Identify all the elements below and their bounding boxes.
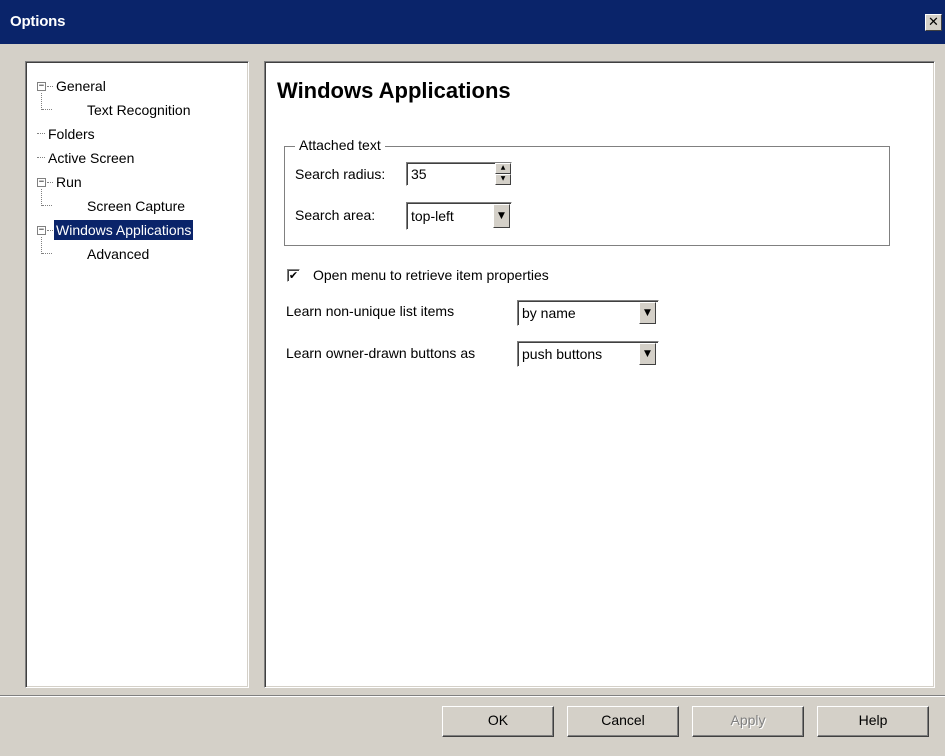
tree-item-label: Screen Capture [87, 198, 186, 214]
tree-item-label: Text Recognition [87, 102, 191, 118]
tree-connector [42, 205, 52, 206]
footer-separator [0, 695, 945, 697]
help-button[interactable]: Help [817, 706, 929, 737]
window-title: Options [10, 13, 66, 30]
options-content: Windows Applications Attached text Searc… [264, 61, 935, 688]
tree-item-label: Active Screen [48, 150, 135, 166]
ok-button[interactable]: OK [442, 706, 554, 737]
collapse-icon[interactable]: − [37, 82, 46, 91]
owner-drawn-value: push buttons [522, 346, 603, 362]
tree-item-label: Windows Applications [54, 220, 194, 240]
search-radius-value: 35 [411, 166, 427, 182]
tree-connector [47, 86, 53, 87]
owner-drawn-label: Learn owner-drawn buttons as [286, 345, 476, 361]
open-menu-checkbox[interactable]: ✔ [287, 269, 300, 282]
page-title: Windows Applications [277, 78, 511, 103]
check-icon: ✔ [288, 269, 299, 282]
spin-up-icon[interactable]: ▲ [495, 163, 511, 174]
tree-connector [37, 157, 45, 158]
tree-connector [42, 109, 52, 110]
tree-connector [41, 189, 42, 206]
non-unique-label: Learn non-unique list items [286, 303, 455, 319]
tree-connector [47, 230, 53, 231]
tree-item-label: Advanced [87, 246, 150, 262]
group-legend: Attached text [295, 137, 385, 153]
non-unique-select[interactable]: by name [517, 300, 659, 326]
owner-drawn-select[interactable]: push buttons [517, 341, 659, 367]
close-icon: ✕ [928, 15, 939, 30]
chevron-down-icon[interactable]: ▼ [493, 204, 510, 228]
non-unique-value: by name [522, 305, 576, 321]
options-dialog: Options ✕ − General Text Recognition Fol… [0, 0, 945, 756]
apply-button[interactable]: Apply [692, 706, 804, 737]
close-button[interactable]: ✕ [925, 14, 942, 31]
collapse-icon[interactable]: − [37, 226, 46, 235]
title-bar[interactable]: Options ✕ [0, 0, 945, 44]
tree-item-label: Folders [48, 126, 95, 142]
attached-text-group: Attached text Search radius: 35 ▲ ▼ Sear… [284, 137, 890, 246]
search-area-value: top-left [411, 208, 454, 224]
cancel-button[interactable]: Cancel [567, 706, 679, 737]
tree-connector [42, 253, 52, 254]
open-menu-label[interactable]: Open menu to retrieve item properties [313, 267, 549, 283]
tree-item-label: General [56, 78, 106, 94]
search-radius-spinner[interactable]: ▲ ▼ [495, 163, 511, 185]
spin-down-icon[interactable]: ▼ [495, 174, 511, 185]
tree-item-label: Run [56, 174, 82, 190]
search-radius-label: Search radius: [295, 166, 386, 182]
chevron-down-icon[interactable]: ▼ [639, 302, 656, 324]
tree-connector [37, 133, 45, 134]
tree-connector [41, 237, 42, 254]
collapse-icon[interactable]: − [37, 178, 46, 187]
chevron-down-icon[interactable]: ▼ [639, 343, 656, 365]
options-tree[interactable]: − General Text Recognition Folders Activ… [25, 61, 249, 688]
tree-connector [47, 182, 53, 183]
search-area-label: Search area: [295, 207, 376, 223]
tree-connector [41, 93, 42, 110]
